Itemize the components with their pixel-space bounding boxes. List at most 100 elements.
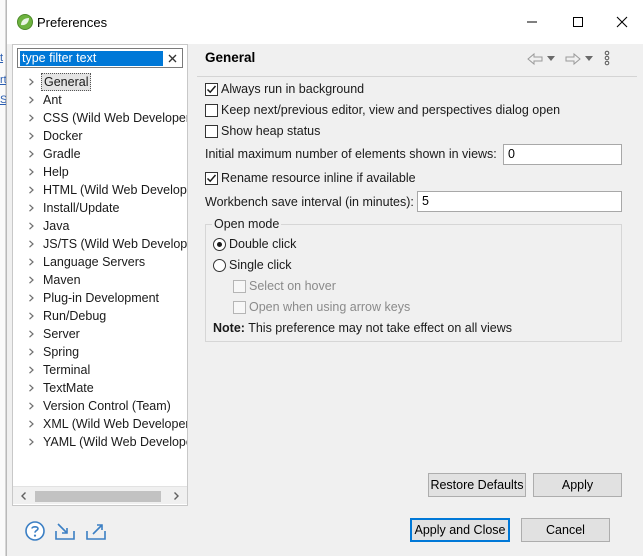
open-mode-title: Open mode [212, 216, 282, 232]
chevron-right-icon[interactable] [27, 114, 35, 122]
tree-item[interactable]: HTML (Wild Web Developer) [13, 181, 187, 199]
tree-item-label: YAML (Wild Web Developer) [43, 435, 187, 449]
checkbox-box[interactable] [205, 171, 218, 185]
help-icon[interactable] [24, 520, 46, 542]
tree-item[interactable]: Install/Update [13, 199, 187, 217]
tree-item[interactable]: Java [13, 217, 187, 235]
tree-item[interactable]: Terminal [13, 361, 187, 379]
preference-tree-pane: General Ant CSS (Wild Web Developer) Docker… [12, 44, 188, 506]
tree-item[interactable]: Server [13, 325, 187, 343]
tree-item[interactable]: Spring [13, 343, 187, 361]
scroll-right-icon[interactable] [171, 491, 181, 501]
tree-item[interactable]: Help [13, 163, 187, 181]
show-heap-status-checkbox[interactable]: Show heap status [205, 122, 320, 140]
chevron-right-icon[interactable] [27, 78, 35, 86]
clear-filter-button[interactable] [164, 50, 180, 66]
rename-inline-checkbox[interactable]: Rename resource inline if available [205, 169, 416, 187]
import-icon[interactable] [54, 520, 76, 542]
view-menu-button[interactable] [604, 50, 610, 66]
always-run-background-checkbox[interactable]: Always run in background [205, 80, 364, 98]
chevron-right-icon[interactable] [27, 312, 35, 320]
chevron-right-icon[interactable] [27, 150, 35, 158]
chevron-right-icon[interactable] [27, 186, 35, 194]
tree-item-label: TextMate [43, 381, 94, 395]
tree-item[interactable]: Run/Debug [13, 307, 187, 325]
chevron-right-icon[interactable] [27, 96, 35, 104]
chevron-right-icon[interactable] [27, 384, 35, 392]
checkbox-box[interactable] [205, 82, 218, 96]
radio-button[interactable] [213, 237, 226, 251]
minimize-icon [527, 21, 537, 23]
tree-item[interactable]: General [13, 73, 187, 91]
open-arrow-keys-checkbox[interactable]: Open when using arrow keys [233, 298, 410, 316]
save-interval-input[interactable]: 5 [417, 191, 622, 212]
cancel-button[interactable]: Cancel [521, 518, 610, 542]
tree-item[interactable]: XML (Wild Web Developer) [13, 415, 187, 433]
tree-item[interactable]: Ant [13, 91, 187, 109]
checkbox-box[interactable] [205, 103, 218, 117]
chevron-right-icon[interactable] [27, 204, 35, 212]
max-elements-label: Initial maximum number of elements shown… [205, 147, 497, 161]
tree-item[interactable]: Gradle [13, 145, 187, 163]
chevron-right-icon[interactable] [27, 168, 35, 176]
tree-item[interactable]: JS/TS (Wild Web Developer) [13, 235, 187, 253]
double-click-radio[interactable]: Double click [213, 235, 296, 253]
tree-item-label: Language Servers [43, 255, 146, 269]
export-icon[interactable] [85, 520, 107, 542]
tree-item[interactable]: YAML (Wild Web Developer) [13, 433, 187, 451]
chevron-right-icon[interactable] [27, 240, 35, 248]
checkbox-label: Open when using arrow keys [249, 300, 411, 314]
close-button[interactable] [600, 8, 643, 36]
tree-item[interactable]: CSS (Wild Web Developer) [13, 109, 187, 127]
apply-button[interactable]: Apply [533, 473, 622, 497]
tree-item[interactable]: Language Servers [13, 253, 187, 271]
page-title: General [205, 50, 256, 65]
tree-item[interactable]: Maven [13, 271, 187, 289]
chevron-right-icon[interactable] [27, 258, 35, 266]
chevron-right-icon[interactable] [27, 438, 35, 446]
chevron-right-icon[interactable] [27, 420, 35, 428]
preference-page: General Always run in background Keep ne… [197, 44, 637, 506]
tree-item-label: CSS (Wild Web Developer) [43, 111, 187, 125]
scrollbar-thumb[interactable] [35, 491, 161, 502]
chevron-right-icon[interactable] [27, 276, 35, 284]
chevron-right-icon[interactable] [27, 348, 35, 356]
single-click-radio[interactable]: Single click [213, 256, 292, 274]
scroll-left-icon[interactable] [19, 491, 29, 501]
horizontal-scrollbar[interactable] [13, 486, 187, 504]
checkbox-label: Show heap status [221, 124, 321, 138]
back-button[interactable] [527, 51, 543, 67]
tree-item[interactable]: Docker [13, 127, 187, 145]
forward-button[interactable] [565, 51, 581, 67]
tree-item[interactable]: TextMate [13, 379, 187, 397]
chevron-right-icon[interactable] [27, 366, 35, 374]
chevron-right-icon[interactable] [27, 132, 35, 140]
maximize-button[interactable] [556, 8, 600, 36]
close-icon [616, 16, 628, 28]
open-mode-group: Open mode Double click Single click Sele… [205, 216, 622, 342]
filter-input[interactable] [20, 51, 163, 66]
minimize-button[interactable] [510, 8, 554, 36]
checkbox-box[interactable] [233, 279, 246, 293]
tree-item-label: JS/TS (Wild Web Developer) [43, 237, 187, 251]
tree-item-label: HTML (Wild Web Developer) [43, 183, 187, 197]
apply-and-close-button[interactable]: Apply and Close [410, 518, 510, 542]
back-history-dropdown[interactable] [547, 51, 555, 67]
tree-item[interactable]: Version Control (Team) [13, 397, 187, 415]
select-on-hover-checkbox[interactable]: Select on hover [233, 277, 336, 295]
chevron-right-icon[interactable] [27, 294, 35, 302]
tree-item[interactable]: Plug-in Development [13, 289, 187, 307]
checkbox-box[interactable] [233, 300, 246, 314]
checkbox-box[interactable] [205, 124, 218, 138]
chevron-right-icon[interactable] [27, 222, 35, 230]
radio-button[interactable] [213, 258, 226, 272]
max-elements-input[interactable]: 0 [503, 144, 622, 165]
check-icon [206, 174, 217, 182]
chevron-right-icon[interactable] [27, 330, 35, 338]
restore-defaults-button[interactable]: Restore Defaults [428, 473, 526, 497]
forward-history-dropdown[interactable] [585, 51, 593, 67]
tree-item-label: Help [43, 165, 69, 179]
tree-item-label: Plug-in Development [43, 291, 160, 305]
chevron-right-icon[interactable] [27, 402, 35, 410]
keep-next-prev-dialog-checkbox[interactable]: Keep next/previous editor, view and pers… [205, 101, 560, 119]
